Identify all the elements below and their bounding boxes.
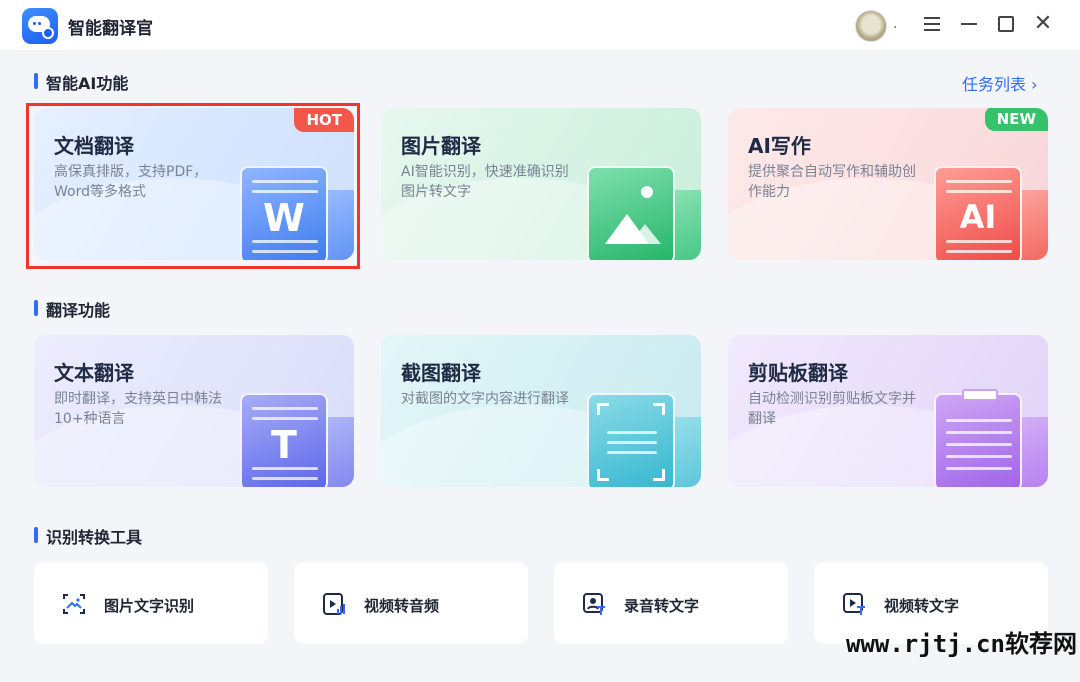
minimize-icon[interactable]: [957, 12, 981, 36]
card-title: 截图翻译: [401, 361, 481, 385]
card-clipboard-translate[interactable]: 剪贴板翻译 自动检测识别剪贴板文字并翻译: [728, 335, 1048, 487]
card-ai-writing[interactable]: AI写作 提供聚合自动写作和辅助创作能力 AI NEW: [728, 108, 1048, 260]
hot-badge: HOT: [294, 108, 354, 132]
card-title: 图片翻译: [401, 134, 481, 158]
avatar[interactable]: [855, 10, 887, 42]
card-desc: 对截图的文字内容进行翻译: [401, 391, 569, 407]
tool-video-to-audio[interactable]: 视频转音频: [294, 562, 528, 644]
task-list-link[interactable]: 任务列表 ›: [962, 71, 1038, 95]
ai-doc-icon: AI: [934, 166, 1022, 260]
maximize-icon[interactable]: [994, 12, 1018, 36]
tool-label: 图片文字识别: [104, 597, 195, 615]
section-title-ai: 智能AI功能: [34, 70, 128, 94]
tool-recording-to-text[interactable]: 录音转文字: [554, 562, 788, 644]
avatar-status: .: [893, 16, 898, 32]
card-desc: AI智能识别，快速准确识别图片转文字: [401, 164, 569, 200]
screenshot-frame-icon: [587, 393, 675, 487]
section-title-translate: 翻译功能: [34, 297, 110, 321]
card-title: 剪贴板翻译: [748, 361, 848, 385]
watermark: www.rjtj.cn软荐网: [846, 630, 1077, 658]
app-title: 智能翻译官: [68, 19, 153, 39]
card-desc: 高保真排版，支持PDF，Word等多格式: [54, 164, 208, 200]
recording-text-icon: [583, 593, 605, 615]
tool-label: 视频转音频: [364, 597, 440, 615]
card-text-translate[interactable]: 文本翻译 即时翻译，支持英日中韩法10+种语言 T: [34, 335, 354, 487]
card-screenshot-translate[interactable]: 截图翻译 对截图的文字内容进行翻译: [381, 335, 701, 487]
section-title-tools: 识别转换工具: [34, 524, 142, 548]
card-title: AI写作: [748, 134, 811, 158]
tool-image-text-recognition[interactable]: 图片文字识别: [34, 562, 268, 644]
new-badge: NEW: [984, 108, 1048, 131]
card-desc: 自动检测识别剪贴板文字并翻译: [748, 391, 916, 427]
card-image-translate[interactable]: 图片翻译 AI智能识别，快速准确识别图片转文字: [381, 108, 701, 260]
text-doc-icon: T: [240, 393, 328, 487]
close-icon[interactable]: ✕: [1031, 12, 1055, 36]
video-audio-icon: [323, 593, 345, 615]
word-doc-icon: W: [240, 166, 328, 260]
image-icon: [587, 166, 675, 260]
menu-icon[interactable]: [920, 12, 944, 36]
card-document-translate[interactable]: 文档翻译 高保真排版，支持PDF，Word等多格式 W HOT: [34, 108, 354, 260]
card-title: 文本翻译: [54, 361, 134, 385]
card-desc: 提供聚合自动写作和辅助创作能力: [748, 164, 916, 200]
image-scan-icon: [63, 594, 85, 614]
video-text-icon: [843, 593, 865, 615]
tool-label: 视频转文字: [884, 597, 960, 615]
card-title: 文档翻译: [54, 134, 134, 158]
app-logo-icon: [22, 8, 58, 44]
clipboard-icon: [934, 389, 1022, 487]
title-bar: 智能翻译官 . ✕: [0, 0, 1080, 50]
tool-label: 录音转文字: [624, 597, 700, 615]
card-desc: 即时翻译，支持英日中韩法10+种语言: [54, 391, 222, 427]
